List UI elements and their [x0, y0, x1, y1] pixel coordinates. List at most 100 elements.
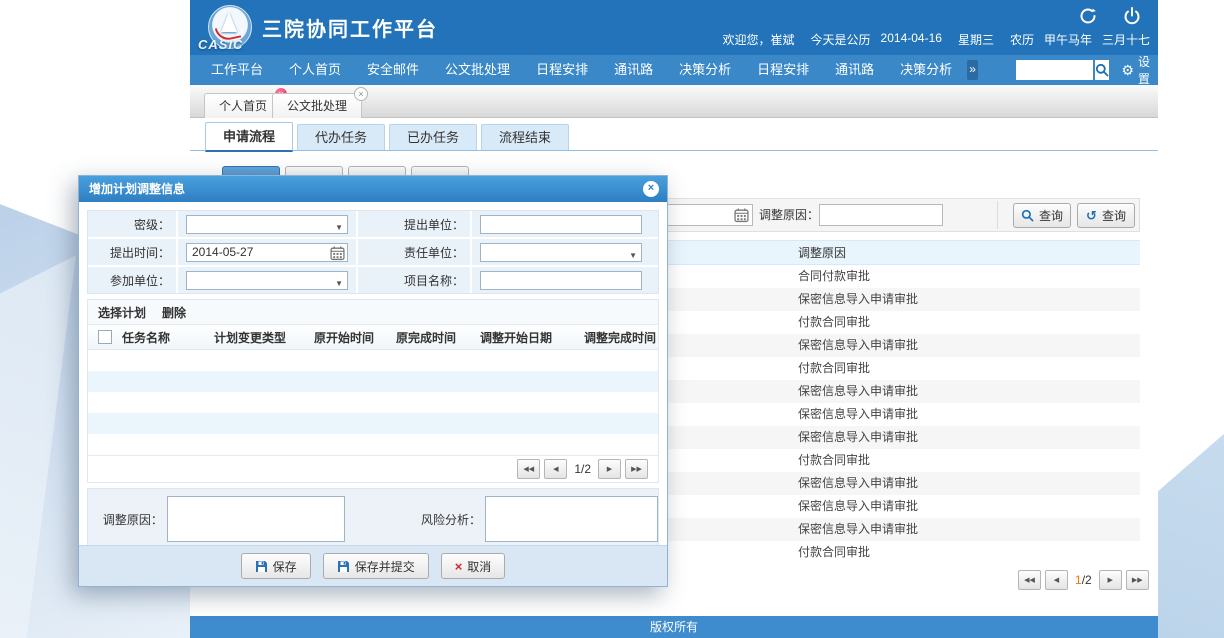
col-adjusted-start: 调整开始日期 — [480, 329, 584, 346]
current-page: 1 — [1075, 573, 1082, 587]
col-task-name: 任务名称 — [122, 329, 214, 346]
nav-item-document-batch[interactable]: 公文批处理 — [432, 55, 523, 85]
dialog-footer: 保存 保存并提交 × 取消 — [79, 545, 667, 586]
query-button[interactable]: 查询 — [1013, 203, 1071, 228]
project-name-label: 项目名称： — [404, 272, 464, 289]
nav-item-personal-home[interactable]: 个人首页 — [276, 55, 354, 85]
casic-logo: CASIC — [200, 4, 260, 52]
table-pagination: ◀◀ ◀ 1/2 ▶ ▶▶ — [1018, 570, 1149, 590]
select-all-checkbox[interactable] — [98, 330, 112, 344]
participating-unit-select[interactable]: ▼ — [186, 271, 348, 290]
nav-more-button[interactable]: » — [967, 60, 978, 80]
plan-table-header: 任务名称 计划变更类型 原开始时间 原完成时间 调整开始日期 调整完成时间 — [88, 325, 658, 350]
first-page-button[interactable]: ◀◀ — [1018, 570, 1041, 590]
responsible-unit-label: 责任单位： — [404, 244, 464, 261]
tab-done-tasks[interactable]: 已办任务 — [389, 124, 477, 150]
next-page-button[interactable]: ▶ — [598, 459, 621, 479]
dialog-titlebar[interactable]: 增加计划调整信息 × — [79, 176, 667, 202]
participating-unit-label: 参加单位： — [110, 272, 170, 289]
add-plan-adjustment-dialog: 增加计划调整信息 × 密级： ▼ 提出单位： 提出时间： 2014-05-27 — [78, 175, 668, 587]
select-plan-link[interactable]: 选择计划 — [98, 304, 146, 321]
gear-icon: ⚙ — [1121, 63, 1134, 77]
footer: 版权所有 — [190, 616, 1158, 638]
empty-row — [88, 371, 658, 392]
filter-divider — [997, 201, 998, 229]
nav-item-schedule[interactable]: 日程安排 — [523, 55, 601, 85]
reset-query-button-label: 查询 — [1102, 207, 1126, 224]
empty-row — [88, 350, 658, 371]
plan-table: 选择计划 删除 任务名称 计划变更类型 原开始时间 原完成时间 调整开始日期 调… — [87, 299, 659, 483]
nav-item-decision-analysis-2[interactable]: 决策分析 — [887, 55, 965, 85]
power-icon[interactable] — [1122, 6, 1142, 26]
nav-item-contacts[interactable]: 通讯路 — [601, 55, 666, 85]
window-tab-label: 个人首页 — [219, 99, 267, 113]
background-shape-right — [1158, 0, 1224, 638]
window-tab-label: 公文批处理 — [287, 99, 347, 113]
save-button[interactable]: 保存 — [241, 553, 311, 579]
close-icon[interactable]: × — [643, 181, 659, 197]
reset-query-button[interactable]: ↺ 查询 — [1077, 203, 1135, 228]
nav-item-secure-mail[interactable]: 安全邮件 — [354, 55, 432, 85]
nav-item-decision-analysis[interactable]: 决策分析 — [666, 55, 744, 85]
window-tabstrip: 个人首页 × 公文批处理 × — [190, 85, 1158, 118]
calendar-icon[interactable] — [734, 207, 749, 226]
settings-button[interactable]: ⚙ 设置 — [1121, 53, 1150, 87]
col-orig-finish: 原完成时间 — [396, 329, 480, 346]
window-tab-document-batch[interactable]: 公文批处理 × — [272, 93, 362, 119]
project-name-input[interactable] — [480, 271, 642, 290]
empty-row — [88, 392, 658, 413]
tab-flow-finished[interactable]: 流程结束 — [481, 124, 569, 150]
tab-todo-tasks[interactable]: 代办任务 — [297, 124, 385, 150]
prev-page-button[interactable]: ◀ — [544, 459, 567, 479]
refresh-icon[interactable] — [1078, 6, 1098, 26]
tab-apply-flow[interactable]: 申请流程 — [205, 122, 293, 152]
dialog-title: 增加计划调整信息 — [89, 182, 185, 196]
empty-row — [88, 413, 658, 434]
main-nav: 工作平台 个人首页 安全邮件 公文批处理 日程安排 通讯路 决策分析 日程安排 … — [190, 55, 1158, 85]
chevron-down-icon: ▼ — [335, 275, 343, 292]
chevron-down-icon: ▼ — [629, 247, 637, 264]
dialog-bottom-form: 调整原因： 风险分析： — [87, 488, 659, 550]
risk-analysis-textarea[interactable] — [485, 496, 658, 542]
adjust-reason-label: 调整原因： — [88, 511, 163, 528]
lunar-label: 农历 — [1010, 31, 1034, 48]
first-page-button[interactable]: ◀◀ — [517, 459, 540, 479]
reason-filter-input[interactable] — [819, 204, 943, 226]
last-page-button[interactable]: ▶▶ — [625, 459, 648, 479]
save-submit-button[interactable]: 保存并提交 — [323, 553, 429, 579]
propose-time-label: 提出时间： — [110, 244, 170, 261]
responsible-unit-select[interactable]: ▼ — [480, 243, 642, 262]
close-tab-icon[interactable]: × — [354, 87, 368, 101]
cancel-button[interactable]: × 取消 — [441, 553, 506, 579]
nav-item-contacts-2[interactable]: 通讯路 — [822, 55, 887, 85]
delete-link[interactable]: 删除 — [162, 304, 186, 321]
proposing-unit-input[interactable] — [480, 215, 642, 234]
search-input[interactable] — [1016, 60, 1093, 80]
secrecy-level-label: 密级： — [134, 216, 170, 233]
dialog-form: 密级： ▼ 提出单位： 提出时间： 2014-05-27 — [87, 210, 659, 294]
propose-time-input[interactable]: 2014-05-27 — [186, 243, 348, 262]
search-icon — [1021, 209, 1034, 222]
lunar-date: 三月十七 — [1102, 31, 1150, 48]
cancel-x-icon: × — [455, 560, 463, 573]
nav-item-schedule-2[interactable]: 日程安排 — [744, 55, 822, 85]
propose-time-value: 2014-05-27 — [192, 245, 253, 259]
page-title: 三院协同工作平台 — [262, 13, 438, 42]
last-page-button[interactable]: ▶▶ — [1126, 570, 1149, 590]
total-pages: /2 — [1082, 573, 1092, 587]
search-button[interactable] — [1095, 60, 1109, 80]
subtab-row: 申请流程 代办任务 已办任务 流程结束 — [190, 122, 1158, 151]
logo-word: CASIC — [198, 37, 243, 52]
user-info-bar: 欢迎您，崔斌 今天是公历 2014-04-16 星期三 农历 甲午马年 三月十七 — [723, 31, 1150, 48]
cancel-button-label: 取消 — [467, 558, 491, 575]
chevron-down-icon: ▼ — [335, 219, 343, 236]
calendar-icon[interactable] — [330, 245, 345, 266]
next-page-button[interactable]: ▶ — [1099, 570, 1122, 590]
secrecy-level-select[interactable]: ▼ — [186, 215, 348, 234]
prev-page-button[interactable]: ◀ — [1045, 570, 1068, 590]
nav-item-work-platform[interactable]: 工作平台 — [198, 55, 276, 85]
window-tab-personal-home[interactable]: 个人首页 × — [204, 93, 282, 119]
adjust-reason-textarea[interactable] — [167, 496, 345, 542]
header: CASIC 三院协同工作平台 欢迎您，崔斌 今天是公历 2014-04-16 星… — [190, 0, 1158, 55]
page-indicator: 1/2 — [574, 462, 591, 476]
